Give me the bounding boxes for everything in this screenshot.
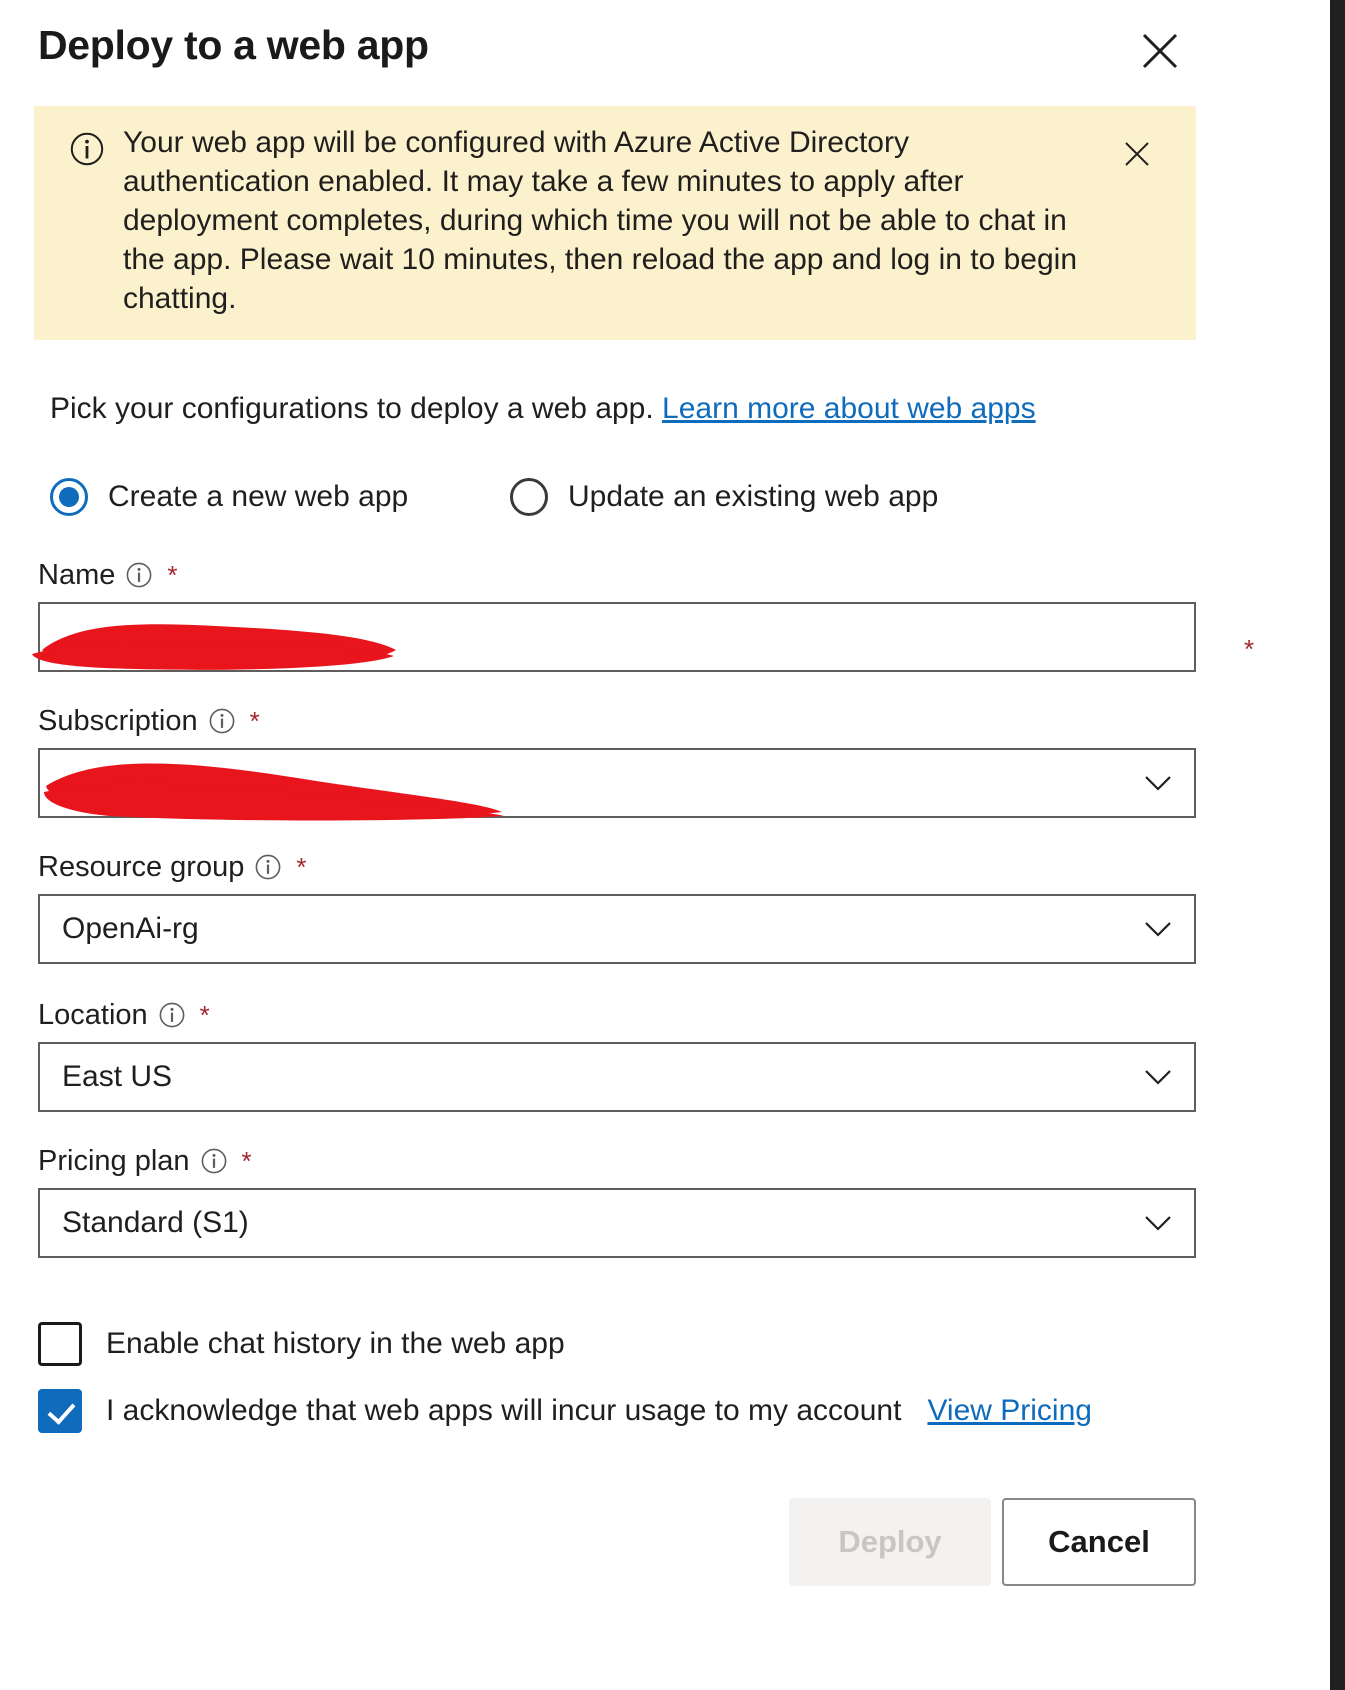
field-subscription-label-row: Subscription * (38, 702, 1196, 740)
acknowledge-usage-label: I acknowledge that web apps will incur u… (106, 1394, 902, 1427)
checkbox-row-chat-history: Enable chat history in the web app (38, 1322, 565, 1366)
field-name-label: Name (38, 558, 116, 591)
info-circle-icon[interactable] (159, 1002, 185, 1028)
radio-create-new-web-app-label: Create a new web app (108, 480, 409, 513)
info-circle-icon[interactable] (255, 854, 281, 880)
view-pricing-link[interactable]: View Pricing (927, 1394, 1092, 1428)
required-asterisk: * (296, 852, 307, 882)
web-app-mode-radio-group: Create a new web app Update an existing … (50, 478, 1150, 532)
required-asterisk: * (199, 1000, 210, 1030)
pricing-plan-select-value: Standard (S1) (62, 1206, 249, 1239)
field-location-label-row: Location * (38, 996, 1196, 1034)
field-pricing-plan-label: Pricing plan (38, 1144, 190, 1177)
info-circle-icon[interactable] (126, 562, 152, 588)
banner-close-icon[interactable] (1119, 136, 1155, 172)
field-name: Name * * (32, 556, 1254, 672)
field-location-label: Location (38, 998, 148, 1031)
field-pricing-plan: Pricing plan * Standard (S1) (38, 1142, 1196, 1258)
redaction-scribble (32, 624, 396, 670)
info-circle-icon[interactable] (201, 1148, 227, 1174)
field-resource-group: Resource group * OpenAi-rg (38, 848, 1196, 964)
field-subscription: Subscription * (38, 702, 1196, 821)
radio-update-existing-web-app-label: Update an existing web app (568, 480, 939, 513)
field-resource-group-label-row: Resource group * (38, 848, 1196, 886)
enable-chat-history-checkbox[interactable] (38, 1322, 82, 1366)
field-location: Location * East US (38, 996, 1196, 1112)
info-circle-icon (70, 132, 104, 166)
cancel-button[interactable]: Cancel (1002, 1498, 1196, 1586)
required-asterisk: * (167, 560, 178, 590)
radio-update-existing-web-app[interactable]: Update an existing web app (510, 478, 938, 516)
field-resource-group-label: Resource group (38, 850, 245, 883)
checkbox-row-acknowledge: I acknowledge that web apps will incur u… (38, 1389, 1092, 1433)
info-banner-message: Your web app will be configured with Azu… (123, 126, 1078, 315)
intro-text-row: Pick your configurations to deploy a web… (50, 392, 1036, 426)
intro-text: Pick your configurations to deploy a web… (50, 392, 663, 425)
screen-edge-strip (1330, 0, 1345, 1690)
field-subscription-label: Subscription (38, 704, 198, 737)
redaction-scribble (44, 763, 504, 821)
learn-more-link[interactable]: Learn more about web apps (662, 392, 1036, 425)
chevron-down-icon (1145, 1216, 1171, 1231)
info-banner: Your web app will be configured with Azu… (34, 106, 1196, 340)
location-select-value: East US (62, 1060, 173, 1093)
location-select[interactable]: East US (38, 1042, 1196, 1112)
pricing-plan-select[interactable]: Standard (S1) (38, 1188, 1196, 1258)
radio-selected-icon (50, 478, 88, 516)
dialog-header: Deploy to a web app (0, 0, 1330, 100)
deploy-button[interactable]: Deploy (789, 1498, 991, 1586)
chevron-down-icon (1145, 922, 1171, 937)
field-pricing-plan-label-row: Pricing plan * (38, 1142, 1196, 1180)
close-icon[interactable] (1137, 28, 1183, 74)
resource-group-select-value: OpenAi-rg (62, 912, 199, 945)
radio-unselected-icon (510, 478, 548, 516)
info-circle-icon[interactable] (209, 708, 235, 734)
name-input[interactable] (32, 602, 1196, 672)
required-asterisk: * (241, 1146, 252, 1176)
dialog-footer: Deploy Cancel (0, 1498, 1330, 1608)
deploy-web-app-dialog: Deploy to a web app Your web app will be… (0, 0, 1330, 1690)
page-title: Deploy to a web app (38, 22, 429, 68)
required-asterisk: * (249, 706, 260, 736)
radio-create-new-web-app[interactable]: Create a new web app (50, 478, 408, 516)
field-name-label-row: Name * (38, 556, 1196, 594)
enable-chat-history-label: Enable chat history in the web app (106, 1327, 565, 1360)
resource-group-select[interactable]: OpenAi-rg (38, 894, 1196, 964)
subscription-select[interactable] (38, 748, 1196, 821)
acknowledge-usage-checkbox[interactable] (38, 1389, 82, 1433)
chevron-down-icon (1145, 1070, 1171, 1085)
chevron-down-icon (1145, 776, 1171, 791)
outer-required-asterisk: * (1244, 634, 1255, 664)
